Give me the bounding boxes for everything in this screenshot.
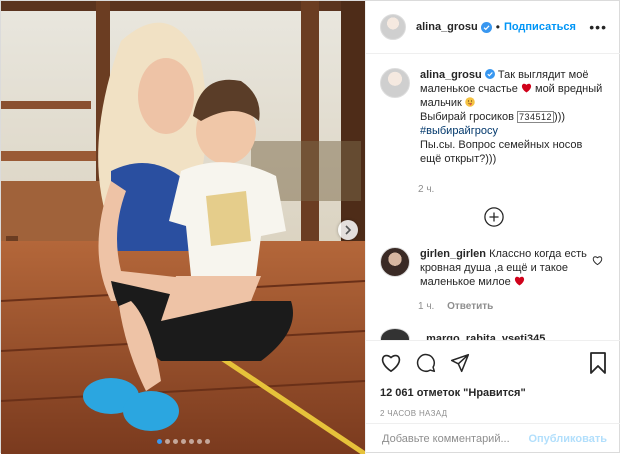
caption: alina_grosu Так выглядит моё маленькое с… xyxy=(380,68,607,166)
comment-item: girlen_girlen Классно когда есть кровная… xyxy=(380,247,607,289)
comment-username[interactable]: _margo_rabita_yseti345 xyxy=(420,332,590,340)
comment-avatar[interactable] xyxy=(380,328,410,340)
comment-text: girlen_girlen Классно когда есть кровная… xyxy=(420,247,590,289)
author-avatar[interactable] xyxy=(380,14,406,40)
carousel-dot xyxy=(196,439,202,444)
caption-hashtag[interactable]: #выбирайгросу xyxy=(420,125,498,137)
share-paper-plane-icon[interactable] xyxy=(450,353,470,373)
like-heart-icon[interactable] xyxy=(380,353,402,373)
comment-input[interactable] xyxy=(380,432,529,446)
tongue-face-emoji-icon xyxy=(465,97,475,107)
caption-line2a: Выбирай гросиков xyxy=(420,111,514,123)
comment-meta: 1 ч. Ответить xyxy=(418,301,607,312)
caption-text: alina_grosu Так выглядит моё маленькое с… xyxy=(420,68,605,166)
likes-count[interactable]: 12 061 отметок "Нравится" xyxy=(380,387,607,399)
comment-item: _margo_rabita_yseti345 xyxy=(380,328,607,340)
author-username[interactable]: alina_grosu xyxy=(416,21,478,33)
instagram-post: alina_grosu • Подписаться ••• alina_gros… xyxy=(0,0,620,454)
carousel-dot xyxy=(172,439,178,444)
carousel-dot xyxy=(156,439,162,444)
save-bookmark-icon[interactable] xyxy=(589,352,607,374)
verified-badge-icon xyxy=(480,21,492,33)
follow-button[interactable]: Подписаться xyxy=(504,21,576,33)
caption-boxed-number: 734512 xyxy=(516,111,555,123)
like-comment-heart-icon[interactable] xyxy=(592,255,603,266)
carousel-dot xyxy=(180,439,186,444)
caption-time[interactable]: 2 ч. xyxy=(418,184,607,195)
more-options-button[interactable]: ••• xyxy=(589,19,607,35)
post-header: alina_grosu • Подписаться ••• xyxy=(366,1,620,54)
caption-username[interactable]: alina_grosu xyxy=(420,69,482,81)
comment-avatar[interactable] xyxy=(380,247,410,277)
carousel-dot xyxy=(188,439,194,444)
post-photo[interactable] xyxy=(1,1,365,454)
publish-button[interactable]: Опубликовать xyxy=(528,433,607,445)
load-more-comments-icon[interactable] xyxy=(483,207,504,227)
post-actions: 12 061 отметок "Нравится" 2 ЧАСОВ НАЗАД xyxy=(366,340,620,418)
comments-area[interactable]: alina_grosu Так выглядит моё маленькое с… xyxy=(366,54,620,340)
comment-bubble-icon[interactable] xyxy=(416,353,436,373)
chevron-right-icon xyxy=(345,225,352,235)
comment-time[interactable]: 1 ч. xyxy=(418,301,434,312)
caption-avatar[interactable] xyxy=(380,68,410,98)
next-photo-button[interactable] xyxy=(338,220,358,240)
action-icons xyxy=(380,351,607,375)
caption-line3: Пы.сы. Вопрос семейных носов ещё открыт?… xyxy=(420,139,583,165)
reply-button[interactable]: Ответить xyxy=(447,301,493,312)
separator-dot: • xyxy=(495,20,500,34)
add-comment-bar: Опубликовать xyxy=(366,423,620,454)
carousel-dot xyxy=(164,439,170,444)
post-panel: alina_grosu • Подписаться ••• alina_gros… xyxy=(365,1,620,454)
caption-line2b: ))) xyxy=(554,111,566,123)
carousel-indicator xyxy=(1,439,365,444)
posted-time[interactable]: 2 ЧАСОВ НАЗАД xyxy=(380,409,607,418)
comment-username[interactable]: girlen_girlen xyxy=(420,248,486,260)
carousel-dot xyxy=(204,439,210,444)
red-heart-emoji-icon xyxy=(514,276,524,286)
verified-badge-icon xyxy=(484,69,495,79)
photo-image xyxy=(1,1,365,454)
red-heart-emoji-icon xyxy=(521,83,532,93)
